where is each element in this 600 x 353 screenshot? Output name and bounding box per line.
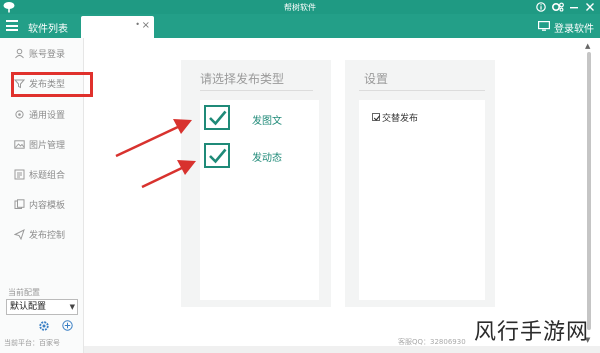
settings-content: [359, 100, 485, 300]
window-title: 帮树软件: [284, 3, 316, 12]
menu-icon[interactable]: [6, 20, 18, 31]
add-config-icon[interactable]: [62, 320, 73, 331]
publish-type-highlight-box: [11, 72, 93, 97]
send-icon: [14, 228, 25, 240]
sidebar-item-label: 账号登录: [29, 49, 66, 60]
info-icon[interactable]: [532, 0, 550, 14]
current-config-label: 当前配置: [8, 288, 40, 297]
divider: [359, 90, 485, 91]
sidebar-item-label: 通用设置: [29, 110, 66, 121]
software-list-tab[interactable]: 软件列表: [28, 20, 68, 35]
support-qq-text: 客服QQ：32806930: [398, 338, 466, 346]
site-watermark: 风行手游网: [474, 320, 590, 345]
publish-dynamic-checkbox[interactable]: [204, 143, 230, 168]
checkmark-icon: [373, 115, 381, 121]
divider: [200, 90, 313, 91]
tab-dot: •: [135, 20, 140, 29]
sidebar-item-title-combination[interactable]: 标题组合: [14, 166, 84, 182]
sidebar-item-image-management[interactable]: 图片管理: [14, 136, 84, 152]
title-bar: 帮树软件: [0, 0, 600, 14]
close-button[interactable]: [581, 0, 599, 14]
config-select[interactable]: 默认配置 ▼: [6, 299, 78, 315]
template-icon: [14, 198, 25, 210]
sidebar-item-content-template[interactable]: 内容模板: [14, 196, 84, 212]
vertical-scrollbar[interactable]: [587, 52, 591, 330]
active-tab[interactable]: • ×: [81, 16, 154, 38]
login-software-button[interactable]: 登录软件: [554, 20, 594, 35]
list-icon: [14, 169, 25, 180]
sidebar-item-general-settings[interactable]: 通用设置: [14, 106, 84, 122]
sidebar-item-label: 内容模板: [29, 200, 66, 211]
config-select-value: 默认配置: [10, 302, 47, 312]
tab-close-icon[interactable]: ×: [142, 20, 150, 31]
image-icon: [14, 139, 25, 150]
checkmark-icon: [209, 110, 227, 126]
current-platform-text: 当前平台：百家号: [4, 339, 60, 347]
user-icon: [14, 48, 25, 59]
publish-type-title: 请选择发布类型: [200, 72, 285, 86]
settings-title: 设置: [364, 72, 389, 86]
alternate-publish-checkbox[interactable]: [372, 113, 381, 121]
settings-icon: [14, 109, 25, 120]
sidebar-item-label: 图片管理: [29, 140, 66, 151]
checkmark-icon: [209, 148, 227, 164]
alternate-publish-label[interactable]: 交替发布: [382, 111, 418, 124]
publish-type-content: [200, 100, 319, 300]
publish-type-panel: 请选择发布类型: [181, 60, 331, 307]
publish-dynamic-label[interactable]: 发动态: [252, 149, 282, 164]
settings-panel: 设置: [345, 60, 495, 307]
publish-image-text-label[interactable]: 发图文: [252, 112, 282, 127]
sidebar-item-label: 发布控制: [29, 230, 66, 241]
publish-image-text-checkbox[interactable]: [204, 105, 230, 130]
sidebar-item-account-login[interactable]: 账号登录: [14, 45, 84, 61]
status-bar: [84, 346, 600, 353]
sidebar-item-label: 标题组合: [29, 170, 66, 181]
gear-icon[interactable]: [38, 320, 50, 332]
monitor-icon: [538, 21, 550, 31]
sidebar-item-publish-control[interactable]: 发布控制: [14, 226, 84, 242]
scroll-up-arrow-icon[interactable]: ▲: [585, 42, 590, 50]
chevron-down-icon: ▼: [69, 303, 75, 311]
